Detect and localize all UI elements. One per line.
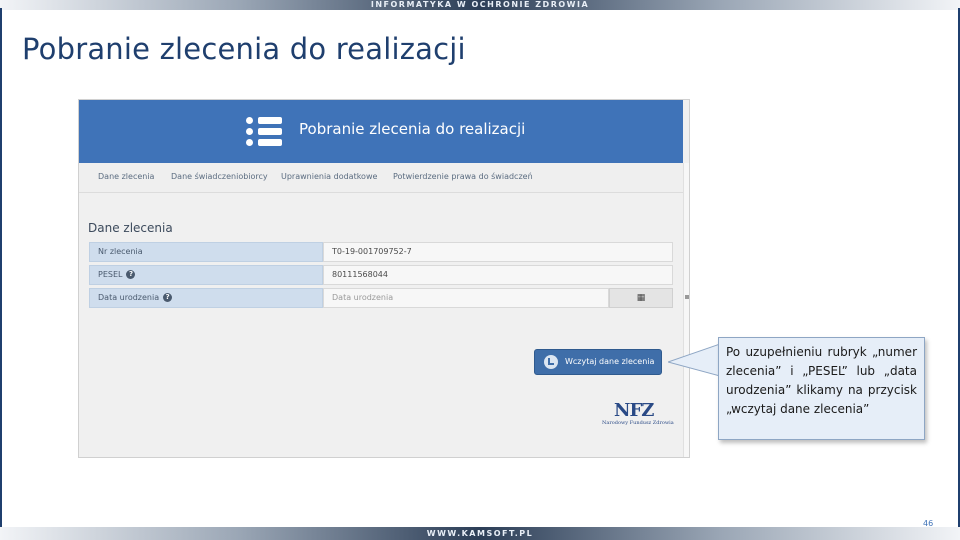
load-order-button[interactable]: Wczytaj dane zlecenia	[534, 349, 662, 375]
birth-date-label-cell: Data urodzenia?	[89, 288, 323, 308]
callout-pointer	[668, 343, 720, 377]
calendar-icon[interactable]: ▦	[609, 288, 673, 308]
nfz-logo: NFZ Narodowy Fundusz Zdrowia	[602, 400, 674, 430]
load-order-button-label: Wczytaj dane zlecenia	[565, 357, 655, 366]
birth-date-row: Data urodzenia? Data urodzenia ▦	[89, 288, 673, 308]
tab-dane-zlecenia[interactable]: Dane zlecenia	[98, 172, 154, 181]
tab-dane-swiadczeniobiorcy[interactable]: Dane świadczeniobiorcy	[171, 172, 268, 181]
info-icon[interactable]: ?	[163, 293, 173, 302]
tab-potwierdzenie-prawa[interactable]: Potwierdzenie prawa do świadczeń	[393, 172, 533, 181]
tab-uprawnienia-dodatkowe[interactable]: Uprawnienia dodatkowe	[281, 172, 377, 181]
pesel-label-cell: PESEL?	[89, 265, 323, 285]
birth-date-label: Data urodzenia	[98, 293, 160, 302]
callout-note: Po uzupełnieniu rubryk „numer zlecenia” …	[718, 337, 925, 440]
slide-frame-left	[0, 8, 2, 530]
info-icon[interactable]: ?	[126, 270, 136, 279]
pesel-row: PESEL? 80111568044	[89, 265, 673, 285]
embedded-screenshot: Pobranie zlecenia do realizacji Dane zle…	[78, 99, 690, 458]
app-header-title: Pobranie zlecenia do realizacji	[299, 120, 526, 138]
order-number-field[interactable]: T0-19-001709752-7	[323, 242, 673, 262]
tab-bar: Dane zlecenia Dane świadczeniobiorcy Upr…	[79, 163, 683, 193]
nfz-logo-subtitle: Narodowy Fundusz Zdrowia	[602, 420, 674, 426]
section-title: Dane zlecenia	[88, 221, 173, 235]
bottom-banner: WWW.KAMSOFT.PL	[0, 527, 960, 540]
pesel-label: PESEL	[98, 270, 123, 279]
slide-title: Pobranie zlecenia do realizacji	[22, 32, 466, 66]
app-header: Pobranie zlecenia do realizacji	[79, 100, 683, 163]
order-number-row: Nr zlecenia T0-19-001709752-7	[89, 242, 673, 262]
order-number-label: Nr zlecenia	[89, 242, 323, 262]
page-number: 46	[923, 519, 934, 528]
birth-date-field[interactable]: Data urodzenia	[323, 288, 609, 308]
pesel-field[interactable]: 80111568044	[323, 265, 673, 285]
list-menu-icon[interactable]	[244, 115, 284, 149]
download-icon	[544, 355, 558, 369]
scrollbar[interactable]	[683, 163, 689, 457]
top-banner: INFORMATYKA W OCHRONIE ZDROWIA	[0, 0, 960, 10]
nfz-logo-text: NFZ	[614, 400, 654, 421]
scrollbar-handle[interactable]	[685, 295, 689, 299]
